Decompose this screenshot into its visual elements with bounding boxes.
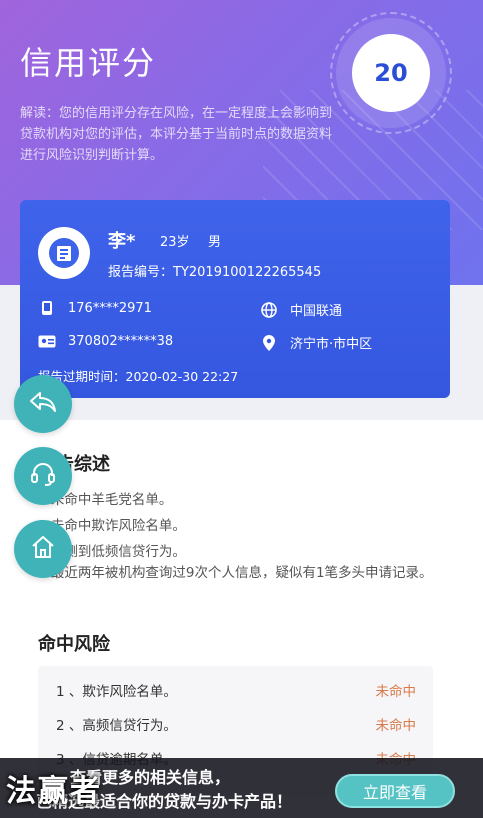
risk-status: 未命中 bbox=[375, 718, 417, 734]
home-icon bbox=[30, 534, 56, 564]
back-button[interactable] bbox=[14, 375, 72, 433]
score-description: 解读：您的信用评分存在风险，在一定程度上会影响到贷款机构对您的评估，本评分基于当… bbox=[20, 106, 333, 163]
phone-info: 176****2971 bbox=[38, 300, 152, 316]
id-number: 370802******38 bbox=[68, 333, 174, 349]
back-arrow-icon bbox=[29, 391, 57, 417]
risk-row: 1 、欺诈风险名单。 未命中 bbox=[56, 680, 416, 700]
support-button[interactable] bbox=[14, 447, 72, 505]
risk-title: 命中风险 bbox=[38, 634, 110, 655]
score-ring: 20 bbox=[330, 12, 452, 134]
carrier-info: 中国联通 bbox=[260, 300, 342, 319]
location-name: 济宁市·市中区 bbox=[290, 337, 373, 352]
location-pin-icon bbox=[260, 334, 278, 351]
risk-row: 2 、高频信贷行为。 未命中 bbox=[56, 714, 416, 734]
location-info: 济宁市·市中区 bbox=[260, 333, 372, 352]
home-button[interactable] bbox=[14, 520, 72, 578]
globe-icon bbox=[260, 301, 278, 318]
page-title: 信用评分 bbox=[20, 44, 157, 82]
risk-label: 1 、欺诈风险名单。 bbox=[56, 684, 177, 700]
report-number: 报告编号：TY2019100122265545 bbox=[108, 265, 322, 280]
carrier-name: 中国联通 bbox=[290, 304, 343, 319]
profile-gender: 男 bbox=[208, 235, 222, 250]
phone-number: 176****2971 bbox=[68, 300, 152, 316]
profile-card: 李* 23岁 男 报告编号：TY2019100122265545 176****… bbox=[20, 200, 450, 398]
profile-age: 23岁 bbox=[160, 235, 190, 250]
risk-label: 2 、高频信贷行为。 bbox=[56, 718, 177, 734]
brand-watermark: 法赢者 bbox=[6, 774, 102, 809]
report-expire-time: 报告过期时间：2020-02-30 22:27 bbox=[38, 369, 239, 384]
risk-status: 未命中 bbox=[375, 684, 417, 700]
headset-icon bbox=[29, 460, 57, 492]
report-avatar-icon bbox=[38, 227, 90, 279]
profile-name: 李* bbox=[108, 231, 136, 252]
summary-item: 4.最近两年被机构查询过9次个人信息，疑似有1笔多头申请记录。 bbox=[38, 565, 433, 581]
phone-icon bbox=[38, 300, 56, 316]
view-now-button[interactable]: 立即查看 bbox=[335, 774, 455, 808]
id-card-icon bbox=[38, 333, 56, 349]
id-info: 370802******38 bbox=[38, 333, 173, 349]
score-value: 20 bbox=[352, 34, 430, 112]
